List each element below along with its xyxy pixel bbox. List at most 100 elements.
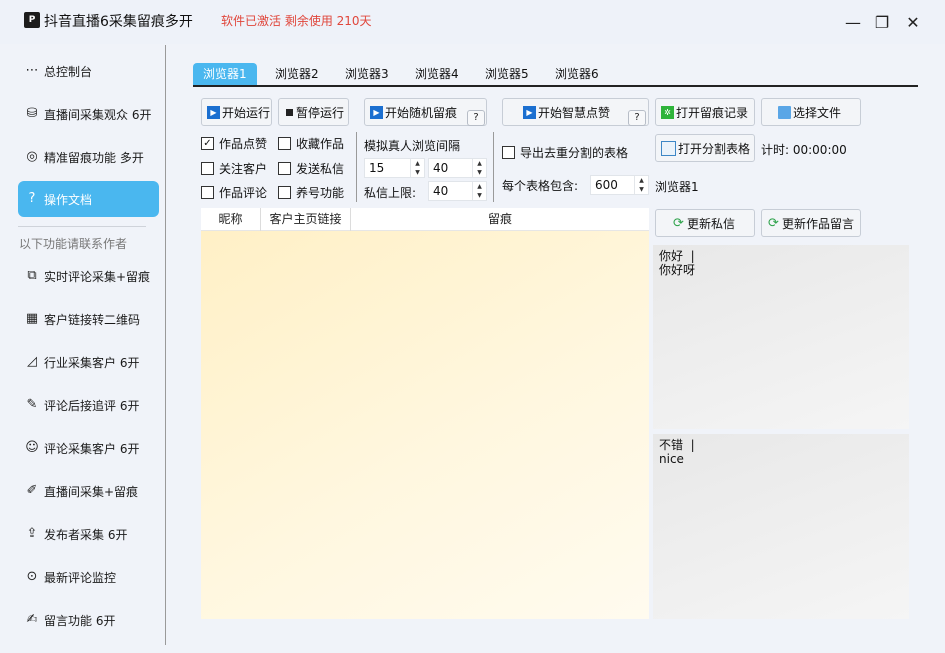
tab-browser-6[interactable]: 浏览器6 xyxy=(555,63,599,85)
up-arrow-icon: ▲ xyxy=(477,183,482,190)
export-dedup-checkbox[interactable]: 导出去重分割的表格 xyxy=(502,144,628,160)
comment-text-line: 不错 | xyxy=(659,438,695,452)
random-trace-help-button[interactable]: ? xyxy=(467,110,485,126)
sidebar-item-follow-up[interactable]: ✎ 评论后接追评 6开 xyxy=(18,387,159,423)
sidebar-item-label: 直播间采集+留痕 xyxy=(44,484,139,499)
dm-limit-spinner[interactable]: 40 ▲ ▼ xyxy=(428,181,487,201)
checkbox-box xyxy=(278,136,291,150)
smart-like-label: 开始智慧点赞 xyxy=(538,105,611,120)
comment-text-area[interactable]: 不错 | nice xyxy=(653,434,909,619)
people-icon: ⛁ xyxy=(26,106,38,121)
sidebar-item-qrcode[interactable]: ▦ 客户链接转二维码 xyxy=(18,301,159,337)
folder-icon xyxy=(778,105,791,119)
sidebar-item-comment-collect[interactable]: ☺ 评论采集客户 6开 xyxy=(18,430,159,466)
rows-per-table-label: 每个表格包含: xyxy=(502,179,579,193)
smart-like-button[interactable]: ▶ 开始智慧点赞 xyxy=(502,98,649,126)
sidebar-item-industry[interactable]: ◿ 行业采集客户 6开 xyxy=(18,344,159,380)
play-icon: ▶ xyxy=(523,105,536,119)
column-header-trace[interactable]: 留痕 xyxy=(351,208,649,231)
checkbox-box xyxy=(201,185,214,199)
stop-icon xyxy=(286,108,293,116)
tab-browser-4[interactable]: 浏览器4 xyxy=(415,63,459,85)
rows-per-table-spinner[interactable]: 600 ▲ ▼ xyxy=(590,175,649,195)
copy-icon: ⧉ xyxy=(27,268,37,283)
open-split-button[interactable]: 打开分割表格 xyxy=(655,134,755,162)
down-arrow-icon: ▼ xyxy=(477,192,482,199)
nurture-checkbox[interactable]: 养号功能 xyxy=(278,184,344,200)
export-dedup-label: 导出去重分割的表格 xyxy=(520,145,629,160)
update-dm-label: 更新私信 xyxy=(687,216,736,231)
record-icon: ✲ xyxy=(661,105,674,119)
send-dm-label: 发送私信 xyxy=(296,161,345,176)
sidebar-divider xyxy=(18,226,146,227)
sidebar-item-live-audience[interactable]: ⛁ 直播间采集观众 6开 xyxy=(18,96,159,132)
minimize-button[interactable]: — xyxy=(844,14,862,32)
comment-checkbox[interactable]: 作品评论 xyxy=(201,184,267,200)
follow-label: 关注客户 xyxy=(219,161,268,176)
sidebar-separator xyxy=(165,45,166,645)
customer-table-body[interactable] xyxy=(201,231,649,619)
smart-like-help-button[interactable]: ? xyxy=(628,110,646,126)
smile-icon: ☺ xyxy=(25,440,39,455)
chart-icon: ◿ xyxy=(27,354,37,369)
column-header-nickname[interactable]: 昵称 xyxy=(201,208,261,231)
start-button[interactable]: ▶ 开始运行 xyxy=(201,98,272,126)
tab-browser-2[interactable]: 浏览器2 xyxy=(275,63,319,85)
qrcode-icon: ▦ xyxy=(25,311,39,326)
play-icon: ▶ xyxy=(207,105,220,119)
open-split-label: 打开分割表格 xyxy=(678,141,751,156)
favorite-checkbox[interactable]: 收藏作品 xyxy=(278,135,344,151)
down-arrow-icon: ▼ xyxy=(639,186,644,193)
sidebar-item-publisher[interactable]: ⇪ 发布者采集 6开 xyxy=(18,516,159,552)
like-checkbox[interactable]: ✓ 作品点赞 xyxy=(201,135,267,151)
interval-min-spinner[interactable]: 15 ▲ ▼ xyxy=(364,158,425,178)
random-trace-label: 开始随机留痕 xyxy=(385,105,458,120)
options-separator xyxy=(356,132,357,202)
sidebar-item-monitor[interactable]: ⊙ 最新评论监控 xyxy=(18,559,159,595)
rows-per-table-value: 600 xyxy=(595,178,618,192)
pause-label: 暂停运行 xyxy=(296,105,345,120)
sidebar-item-live-trace[interactable]: ✐ 直播间采集+留痕 xyxy=(18,473,159,509)
close-button[interactable]: ✕ xyxy=(904,14,922,32)
sidebar-item-label: 评论后接追评 6开 xyxy=(44,398,140,413)
checkbox-box xyxy=(278,161,291,175)
follow-checkbox[interactable]: 关注客户 xyxy=(201,160,267,176)
dm-text-line: 你好 | xyxy=(659,249,695,263)
tab-browser-3[interactable]: 浏览器3 xyxy=(345,63,389,85)
sidebar-item-message[interactable]: ✍ 留言功能 6开 xyxy=(18,602,159,638)
column-header-homepage[interactable]: 客户主页链接 xyxy=(261,208,351,231)
open-record-button[interactable]: ✲ 打开留痕记录 xyxy=(655,98,755,126)
edit-icon: ✎ xyxy=(26,397,38,412)
sidebar-item-realtime-comment[interactable]: ⧉ 实时评论采集+留痕 xyxy=(18,258,159,294)
update-comment-button[interactable]: ⟳ 更新作品留言 xyxy=(761,209,861,237)
pen-icon: ✐ xyxy=(26,483,38,498)
target-icon: ◎ xyxy=(26,149,38,164)
sidebar-item-label: 评论采集客户 6开 xyxy=(44,441,140,456)
sidebar-item-docs[interactable]: ? 操作文档 xyxy=(18,181,159,217)
open-record-label: 打开留痕记录 xyxy=(676,105,749,120)
dm-text-area[interactable]: 你好 | 你好呀 xyxy=(653,245,909,429)
checkbox-box xyxy=(201,161,214,175)
send-dm-checkbox[interactable]: 发送私信 xyxy=(278,160,344,176)
choose-file-label: 选择文件 xyxy=(793,105,842,120)
like-label: 作品点赞 xyxy=(219,136,268,151)
spinner-arrows[interactable]: ▲ ▼ xyxy=(472,159,486,177)
pause-button[interactable]: 暂停运行 xyxy=(278,98,349,126)
nurture-label: 养号功能 xyxy=(296,185,345,200)
sidebar-item-label: 客户链接转二维码 xyxy=(44,312,141,327)
sidebar-item-precise-trace[interactable]: ◎ 精准留痕功能 多开 xyxy=(18,139,159,175)
spinner-arrows[interactable]: ▲ ▼ xyxy=(410,159,424,177)
tab-browser-1[interactable]: 浏览器1 xyxy=(193,63,257,85)
interval-max-spinner[interactable]: 40 ▲ ▼ xyxy=(428,158,487,178)
tab-browser-5[interactable]: 浏览器5 xyxy=(485,63,529,85)
choose-file-button[interactable]: 选择文件 xyxy=(761,98,861,126)
maximize-button[interactable]: ❐ xyxy=(873,14,891,32)
sidebar-item-console[interactable]: ⋯ 总控制台 xyxy=(18,53,159,89)
spinner-arrows[interactable]: ▲ ▼ xyxy=(472,182,486,200)
comment-label: 作品评论 xyxy=(219,185,268,200)
spinner-arrows[interactable]: ▲ ▼ xyxy=(634,176,648,194)
up-arrow-icon: ▲ xyxy=(415,160,420,167)
license-status: 软件已激活 剩余使用 210天 xyxy=(221,14,372,28)
sidebar-item-label: 精准留痕功能 多开 xyxy=(44,150,144,165)
update-dm-button[interactable]: ⟳ 更新私信 xyxy=(655,209,755,237)
